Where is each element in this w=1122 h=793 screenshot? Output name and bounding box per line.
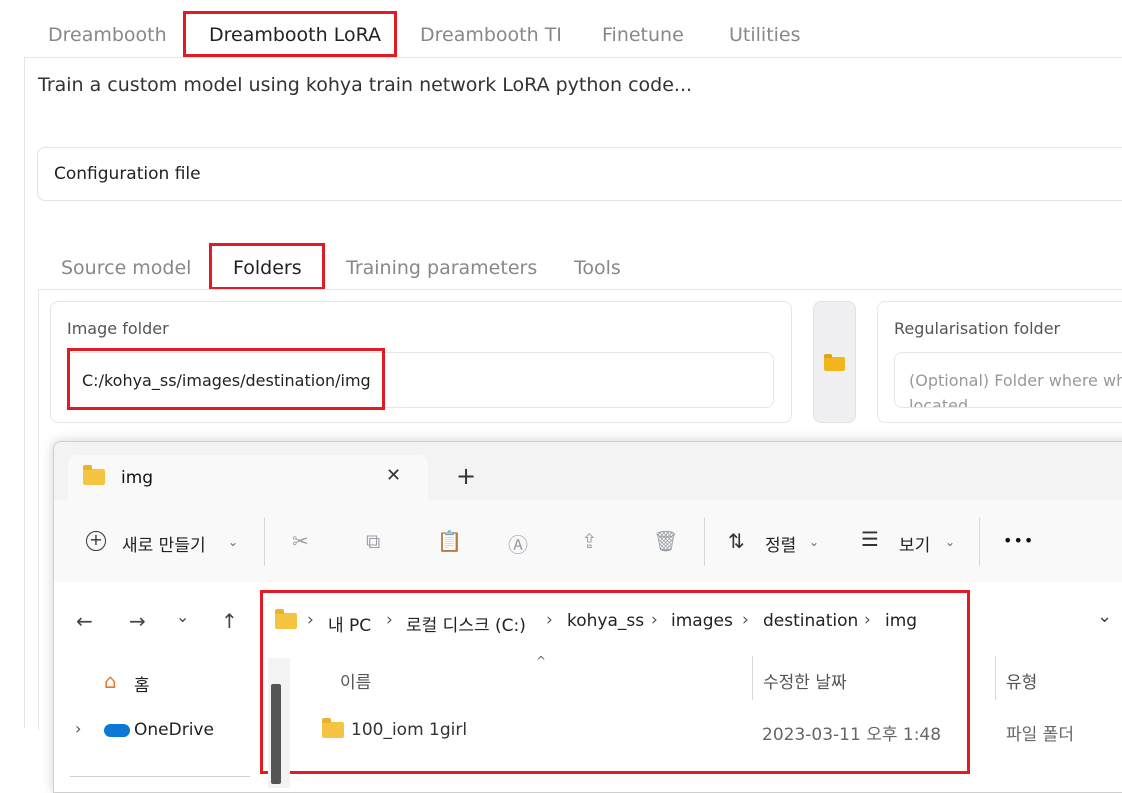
tab-training-parameters[interactable]: Training parameters [346,257,537,279]
configuration-file-accordion[interactable]: Configuration file [37,147,1122,201]
folder-open-icon [824,357,845,371]
highlight-box [183,11,397,57]
configuration-file-label: Configuration file [54,164,201,184]
home-icon: ⌂ [104,669,117,693]
regularisation-placeholder-line2: located [909,396,969,408]
column-divider[interactable] [995,656,996,700]
folder-icon [322,718,344,738]
toolbar-divider [704,518,705,566]
tab-source-model[interactable]: Source model [61,257,191,279]
folder-tab-shape [824,354,832,358]
toolbar-divider [979,518,980,566]
more-options-icon[interactable]: ••• [1003,531,1034,550]
regularisation-placeholder: (Optional) Folder where wh [909,371,1122,390]
new-button-label[interactable]: 새로 만들기 [122,531,206,556]
copy-icon[interactable]: ⧉ [366,529,380,553]
sidebar-item-onedrive[interactable]: OneDrive [134,720,214,740]
sidebar-item-home[interactable]: 홈 [134,671,150,696]
column-header-type[interactable]: 유형 [1006,668,1037,693]
open-folder-button[interactable] [813,301,856,423]
file-row-type: 파일 폴더 [1006,725,1074,745]
toolbar-divider [264,518,265,566]
recent-locations-chevron-icon[interactable]: ⌄ [176,607,189,626]
back-arrow-icon[interactable]: ← [76,609,93,633]
sort-ascending-icon: ^ [536,654,547,668]
panel-description: Train a custom model using kohya train n… [38,74,693,96]
paste-icon[interactable]: 📋 [437,529,462,553]
delete-icon[interactable]: 🗑 [653,529,678,553]
tab-dreambooth[interactable]: Dreambooth [48,24,167,46]
column-header-name[interactable]: 이름 [340,668,371,693]
highlight-box [67,348,385,410]
rename-icon[interactable]: Ⓐ [508,529,528,558]
file-row-name[interactable]: 100_iom 1girl [351,720,467,740]
view-icon: ☰ [861,527,879,551]
sort-icon: ⇅ [728,529,745,553]
plus-circle-icon: + [86,531,106,551]
chevron-down-icon: ⌄ [945,535,956,549]
up-arrow-icon[interactable]: ↑ [221,609,238,633]
folder-icon [83,465,105,485]
chevron-down-icon: ⌄ [809,535,820,549]
tab-utilities[interactable]: Utilities [729,24,801,46]
view-button-label[interactable]: 보기 [899,531,930,556]
sort-button-label[interactable]: 정렬 [765,531,796,556]
onedrive-cloud-icon [104,724,130,737]
column-divider[interactable] [752,656,753,700]
share-icon[interactable]: ⇪ [581,529,598,553]
regularisation-folder-input[interactable]: (Optional) Folder where wh located [894,352,1122,408]
highlight-box [209,243,325,290]
sidebar-divider [70,776,250,777]
cut-icon[interactable]: ✂ [292,529,309,553]
close-tab-icon[interactable]: ✕ [386,465,401,486]
address-dropdown-chevron-icon[interactable]: ⌄ [1097,606,1112,627]
explorer-tab-title: img [121,468,154,488]
image-folder-label: Image folder [67,319,169,338]
regularisation-folder-label: Regularisation folder [894,319,1061,338]
file-row-date: 2023-03-11 오후 1:48 [762,725,942,745]
chevron-down-icon: ⌄ [228,535,239,549]
scrollbar-thumb[interactable] [271,684,281,784]
tab-tools[interactable]: Tools [574,257,621,279]
forward-arrow-icon[interactable]: → [129,609,146,633]
tab-finetune[interactable]: Finetune [602,24,684,46]
expand-chevron-icon[interactable]: › [75,719,81,738]
new-tab-icon[interactable]: + [456,462,476,490]
tab-dreambooth-ti[interactable]: Dreambooth TI [420,24,562,46]
column-header-date[interactable]: 수정한 날짜 [763,668,847,693]
